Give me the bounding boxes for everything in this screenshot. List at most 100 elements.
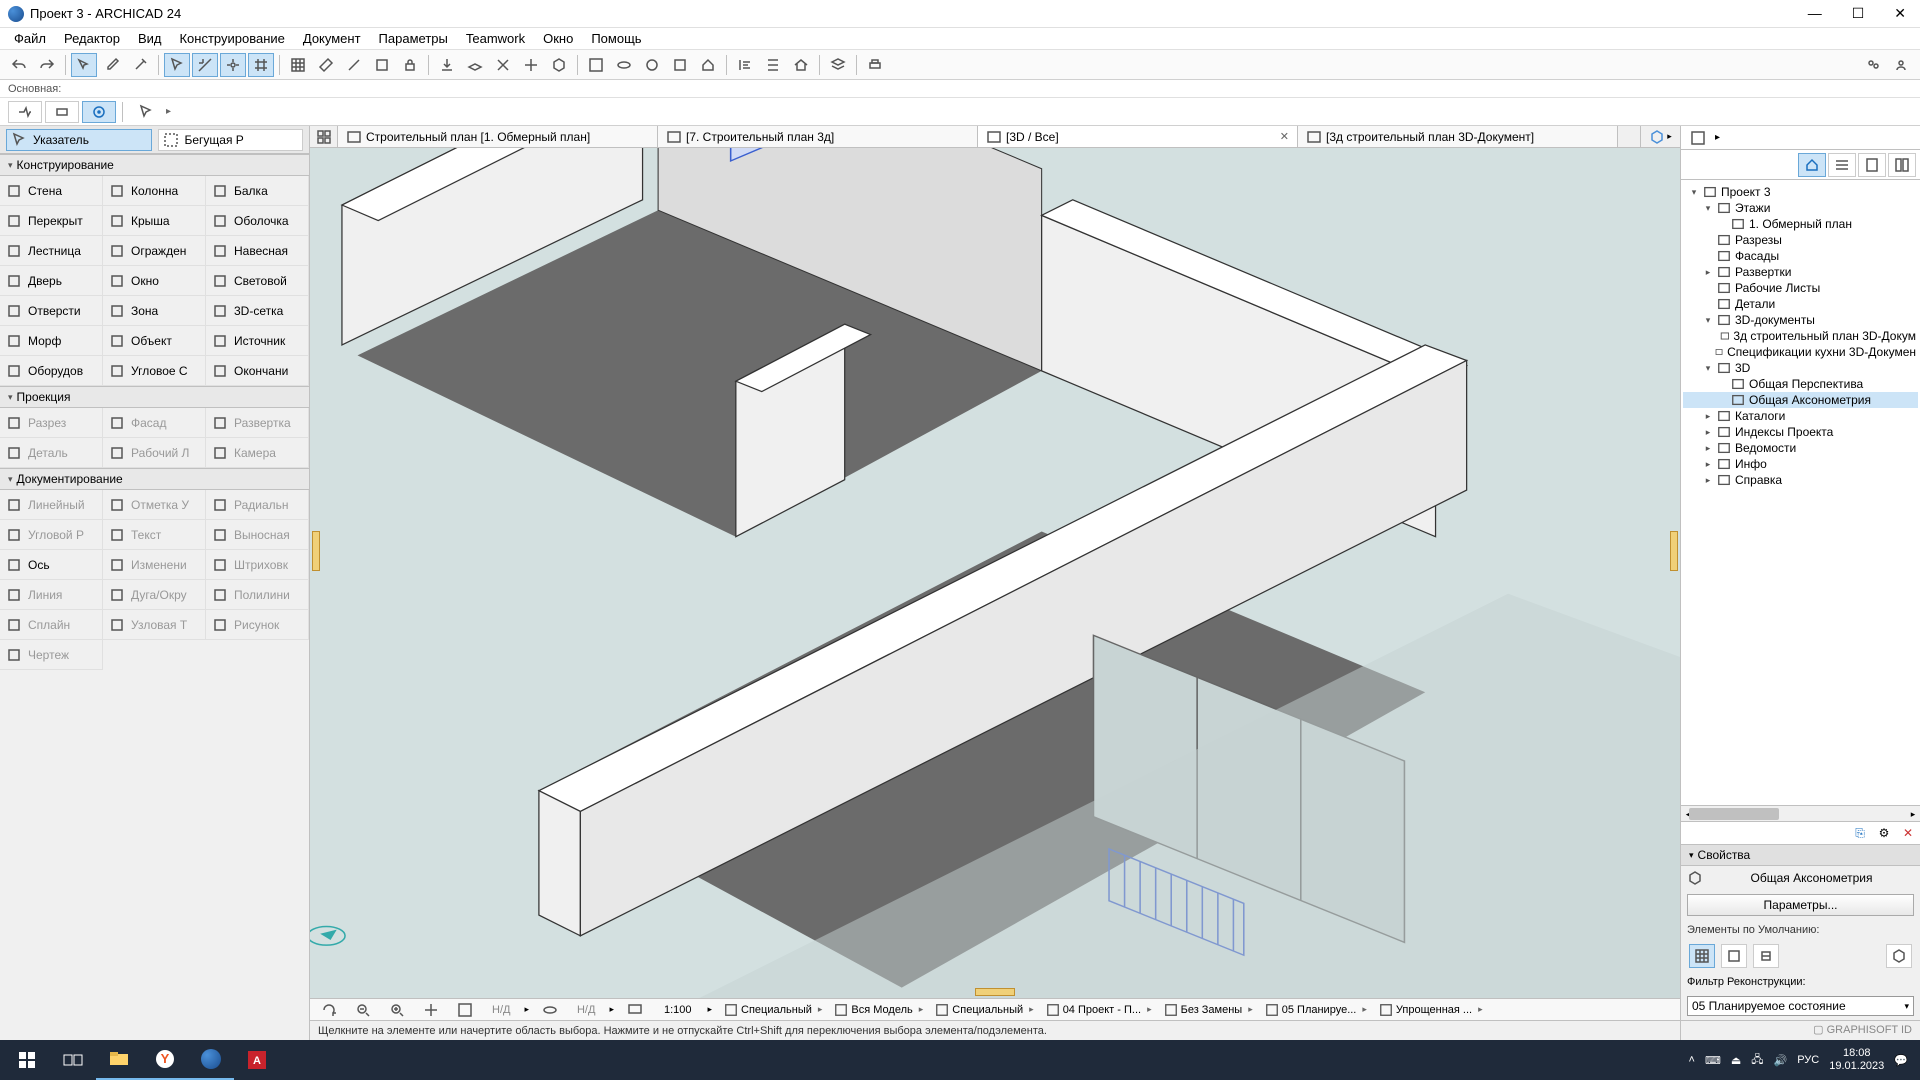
gravity-button[interactable] (434, 53, 460, 77)
default-3-icon[interactable] (1753, 944, 1779, 968)
tool-construct-3[interactable]: Перекрыт (0, 206, 103, 236)
tray-chevron-icon[interactable]: ˄ (1689, 1054, 1695, 1066)
zoomout-icon[interactable] (350, 998, 376, 1022)
tree-item-11[interactable]: ▾3D (1683, 360, 1918, 376)
tab-2[interactable]: [3D / Все]✕ (978, 126, 1298, 147)
tree-item-13[interactable]: Общая Аксонометрия (1683, 392, 1918, 408)
tool-construct-16[interactable]: Объект (103, 326, 206, 356)
tree-item-0[interactable]: ▾Проект 3 (1683, 184, 1918, 200)
tool-construct-11[interactable]: Световой (206, 266, 309, 296)
close-button[interactable]: ✕ (1888, 3, 1912, 24)
tool-construct-6[interactable]: Лестница (0, 236, 103, 266)
left-handle[interactable] (312, 531, 320, 571)
tab-1[interactable]: [7. Строительный план 3д] (658, 126, 978, 147)
seg-1[interactable] (8, 101, 42, 123)
bb-item-2[interactable]: Специальный (931, 1003, 1037, 1017)
tool-construct-10[interactable]: Окно (103, 266, 206, 296)
section-projection[interactable]: Проекция (0, 386, 309, 408)
tab-close-2[interactable]: ✕ (1280, 130, 1289, 143)
default-2-icon[interactable] (1721, 944, 1747, 968)
snap-guide-button[interactable] (192, 53, 218, 77)
menu-7[interactable]: Окно (535, 29, 581, 48)
solid-button[interactable] (546, 53, 572, 77)
tab-3[interactable]: [3д строительный план 3D-Документ] (1298, 126, 1618, 147)
bb-item-6[interactable]: Упрощенная ... (1375, 1003, 1487, 1017)
tree-item-7[interactable]: Детали (1683, 296, 1918, 312)
seg-3[interactable] (82, 101, 116, 123)
tree-item-17[interactable]: ▸Инфо (1683, 456, 1918, 472)
tab-nav-button[interactable]: ▸ (1640, 126, 1680, 147)
explorer-button[interactable] (96, 1040, 142, 1080)
snap-grid-button[interactable] (248, 53, 274, 77)
tree-item-16[interactable]: ▸Ведомости (1683, 440, 1918, 456)
adjust-button[interactable] (518, 53, 544, 77)
bottom-handle[interactable] (975, 988, 1015, 996)
pan-icon[interactable] (418, 998, 444, 1022)
nav-tab-publisher[interactable] (1888, 153, 1916, 177)
home-button[interactable] (695, 53, 721, 77)
filter-select[interactable]: 05 Планируемое состояние▾ (1687, 996, 1914, 1016)
tab-overview-button[interactable] (310, 126, 338, 147)
grid-button[interactable] (285, 53, 311, 77)
tree-item-9[interactable]: 3д строительный план 3D-Докум (1683, 328, 1918, 344)
pick-button[interactable] (71, 53, 97, 77)
3d-viewport[interactable] (310, 148, 1680, 998)
section-document[interactable]: Документирование (0, 468, 309, 490)
tool-construct-2[interactable]: Балка (206, 176, 309, 206)
zoom-label[interactable]: 1:100 (656, 1004, 700, 1016)
maximize-button[interactable]: ☐ (1846, 3, 1871, 24)
menu-0[interactable]: Файл (6, 29, 54, 48)
right-handle[interactable] (1670, 531, 1678, 571)
tree-item-5[interactable]: ▸Развертки (1683, 264, 1918, 280)
tray-clock[interactable]: 18:08 19.01.2023 (1829, 1047, 1884, 1073)
tree-item-12[interactable]: Общая Перспектива (1683, 376, 1918, 392)
suspend-button[interactable] (369, 53, 395, 77)
inject-button[interactable] (127, 53, 153, 77)
tool-construct-14[interactable]: 3D-сетка (206, 296, 309, 326)
nav-tab-layouts[interactable] (1858, 153, 1886, 177)
tree-item-15[interactable]: ▸Индексы Проекта (1683, 424, 1918, 440)
menu-3[interactable]: Конструирование (171, 29, 292, 48)
lock-button[interactable] (397, 53, 423, 77)
teamwork1-button[interactable] (1860, 53, 1886, 77)
print-button[interactable] (862, 53, 888, 77)
tray-notifications-icon[interactable]: 💬 (1894, 1054, 1908, 1067)
tool-construct-12[interactable]: Отверсти (0, 296, 103, 326)
archicad-button[interactable] (188, 1040, 234, 1080)
layers-button[interactable] (825, 53, 851, 77)
tool-construct-9[interactable]: Дверь (0, 266, 103, 296)
navigator-tree[interactable]: ▾Проект 3▾Этажи1. Обмерный планРазрезыФа… (1681, 180, 1920, 805)
properties-header[interactable]: Свойства (1681, 844, 1920, 866)
tool-construct-5[interactable]: Оболочка (206, 206, 309, 236)
tab-0[interactable]: Строительный план [1. Обмерный план] (338, 126, 658, 147)
nav-hscroll[interactable]: ◂ ▸ (1681, 805, 1920, 821)
nav-tab-views[interactable] (1828, 153, 1856, 177)
tool-construct-8[interactable]: Навесная (206, 236, 309, 266)
tree-item-6[interactable]: Рабочие Листы (1683, 280, 1918, 296)
taskview-button[interactable] (50, 1040, 96, 1080)
eyedropper-button[interactable] (99, 53, 125, 77)
tree-item-1[interactable]: ▾Этажи (1683, 200, 1918, 216)
tray-lang[interactable]: РУС (1797, 1054, 1819, 1066)
tray-usb-icon[interactable]: ⏏ (1731, 1054, 1741, 1067)
edit-plane-button[interactable] (462, 53, 488, 77)
yandex-button[interactable]: Y (142, 1040, 188, 1080)
tray-volume-icon[interactable]: 🔊 (1774, 1054, 1788, 1067)
acrobat-button[interactable]: A (234, 1040, 280, 1080)
menu-6[interactable]: Teamwork (458, 29, 533, 48)
tree-item-14[interactable]: ▸Каталоги (1683, 408, 1918, 424)
menu-1[interactable]: Редактор (56, 29, 128, 48)
tool-construct-13[interactable]: Зона (103, 296, 206, 326)
nav-settings-icon[interactable]: ⚙ (1874, 824, 1894, 842)
3dcut-button[interactable] (667, 53, 693, 77)
snap-point-button[interactable] (220, 53, 246, 77)
tree-item-4[interactable]: Фасады (1683, 248, 1918, 264)
distribute-button[interactable] (760, 53, 786, 77)
undo-button[interactable] (6, 53, 32, 77)
bb-item-5[interactable]: 05 Планируе... (1261, 1003, 1371, 1017)
menu-2[interactable]: Вид (130, 29, 170, 48)
menu-4[interactable]: Документ (295, 29, 369, 48)
seg-cursor[interactable] (129, 101, 163, 123)
pointer-tool[interactable]: Указатель (6, 129, 152, 151)
refresh-icon[interactable] (316, 998, 342, 1022)
